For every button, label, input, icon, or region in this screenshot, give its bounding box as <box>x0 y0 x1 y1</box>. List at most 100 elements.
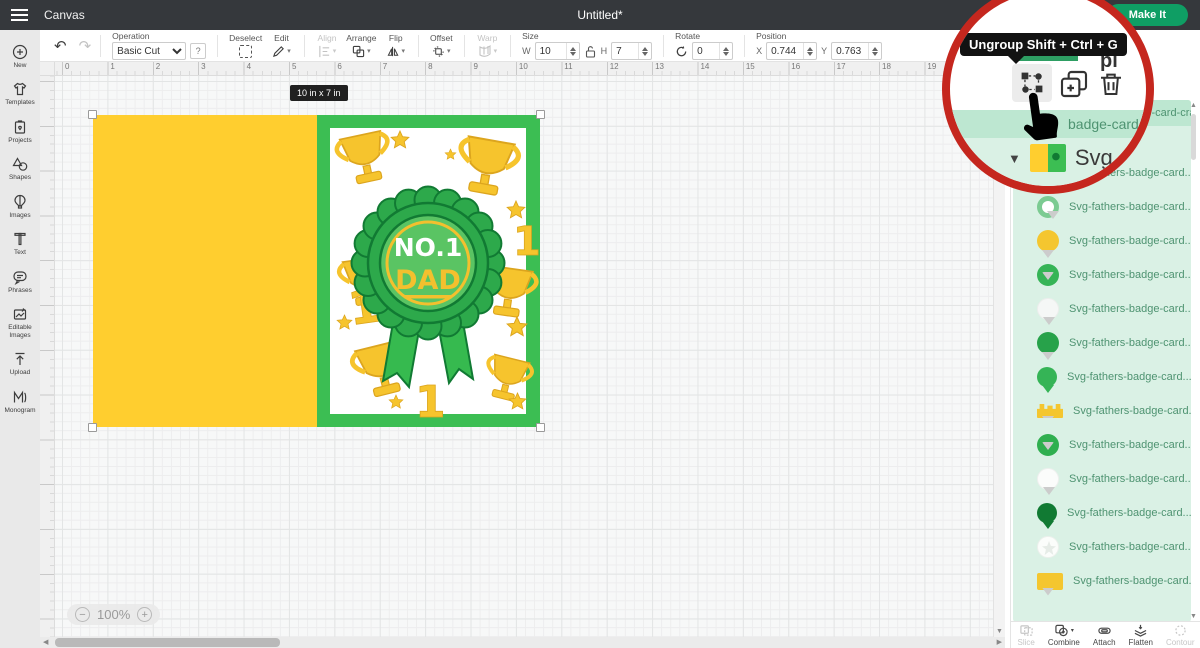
scroll-left-arrow[interactable]: ◀ <box>43 638 48 646</box>
text-icon <box>12 231 28 247</box>
layer-row[interactable]: Svg-fathers-badge-card... <box>1013 394 1191 428</box>
layer-thumbnail <box>1037 196 1059 218</box>
layer-row[interactable]: Svg-fathers-badge-card... <box>1013 190 1191 224</box>
sidebar-item-projects[interactable]: Projects <box>0 113 40 150</box>
rotate-input[interactable] <box>693 46 719 57</box>
slice-button[interactable]: Slice <box>1018 624 1035 647</box>
flatten-button[interactable]: Flatten <box>1129 624 1153 647</box>
offset-group: Offset ▾ <box>426 33 457 59</box>
sidebar-item-new[interactable]: New <box>0 38 40 75</box>
operation-help-button[interactable]: ? <box>190 43 206 59</box>
layers-scrollbar[interactable]: ▲ ▼ <box>1189 100 1198 622</box>
height-input[interactable] <box>612 46 638 57</box>
ruler-number: 7 <box>380 62 425 75</box>
sidebar-item-editable-images[interactable]: Editable Images <box>0 300 40 345</box>
layer-label: Svg-fathers-badge-card... <box>1069 541 1191 553</box>
layer-thumbnail <box>1037 298 1059 320</box>
width-stepper[interactable] <box>535 42 580 60</box>
card-artwork[interactable]: 1 1 1 NO.1 <box>93 115 540 427</box>
pencil-icon <box>272 45 285 58</box>
warp-group: Warp ▾ <box>472 33 504 58</box>
rotate-stepper[interactable] <box>692 42 733 60</box>
scrollbar-thumb[interactable] <box>1191 114 1196 160</box>
width-input[interactable] <box>536 46 566 57</box>
selection-handle[interactable] <box>88 423 97 432</box>
layer-thumbnail <box>1037 404 1063 418</box>
layer-row[interactable]: Svg-fathers-badge-card... <box>1013 258 1191 292</box>
combine-button[interactable]: ▾ Combine <box>1048 624 1080 647</box>
selection-handle[interactable] <box>536 423 545 432</box>
layer-row[interactable]: Svg-fathers-badge-card... <box>1013 496 1191 530</box>
sidebar-item-shapes[interactable]: Shapes <box>0 150 40 187</box>
height-stepper[interactable] <box>611 42 652 60</box>
edit-group: Edit ▾ <box>266 33 297 59</box>
layer-thumbnail <box>1037 332 1059 354</box>
layer-row[interactable]: Svg-fathers-badge-card... <box>1013 530 1191 564</box>
position-x-input[interactable] <box>767 46 803 57</box>
contour-button[interactable]: Contour <box>1166 624 1194 647</box>
hand-cursor-icon <box>1010 85 1070 150</box>
hamburger-menu-icon[interactable] <box>0 0 38 30</box>
sidebar-item-phrases[interactable]: Phrases <box>0 263 40 300</box>
scrollbar-thumb[interactable] <box>55 638 280 647</box>
chevron-down-icon: ▼ <box>1008 151 1021 166</box>
canvas-horizontal-scrollbar[interactable]: ◀ ▶ <box>40 637 1005 648</box>
layer-thumbnail <box>1037 468 1059 490</box>
layer-label: Svg-fathers-badge-card... <box>1073 575 1191 587</box>
layer-row[interactable]: Svg-fathers-badge-card... <box>1013 292 1191 326</box>
undo-button[interactable]: ↶ <box>52 36 69 56</box>
ruler-number: 10 <box>40 544 55 559</box>
layer-label: Svg-fathers-badge-card... <box>1069 235 1191 247</box>
position-x-stepper[interactable] <box>766 42 817 60</box>
selection-handle[interactable] <box>88 110 97 119</box>
sidebar-item-templates[interactable]: Templates <box>0 75 40 112</box>
redo-button[interactable]: ↷ <box>77 36 94 56</box>
deselect-icon <box>239 45 252 58</box>
layer-row[interactable]: Svg-fathers-badge-card... <box>1013 564 1191 598</box>
position-y-input[interactable] <box>832 46 868 57</box>
offset-button[interactable]: ▾ <box>430 44 453 59</box>
deselect-button[interactable] <box>237 44 254 59</box>
operation-select[interactable]: Basic Cut <box>112 42 186 60</box>
align-button[interactable]: ▾ <box>316 44 339 59</box>
layer-row[interactable]: Svg-fathers-badge-card... <box>1013 428 1191 462</box>
lock-icon[interactable] <box>585 45 596 58</box>
magnified-group-label: Svg... <box>1075 145 1131 171</box>
tshirt-icon <box>12 81 28 97</box>
layer-label: Svg-fathers-badge-card... <box>1069 303 1191 315</box>
ruler-number: 10 <box>516 62 561 75</box>
sidebar-item-monogram[interactable]: Monogram <box>0 383 40 420</box>
warp-button[interactable]: ▾ <box>476 44 500 58</box>
selection-handle[interactable] <box>536 110 545 119</box>
layer-label: Svg-fathers-badge-card... <box>1069 439 1191 451</box>
attach-button[interactable]: Attach <box>1093 624 1116 647</box>
ruler-number: 0 <box>40 96 55 111</box>
layer-row[interactable]: Svg-fathers-badge-card... <box>1013 224 1191 258</box>
scroll-up-arrow[interactable]: ▲ <box>1190 102 1197 109</box>
rotate-icon[interactable] <box>675 45 688 58</box>
zoom-out-button[interactable]: − <box>75 607 90 622</box>
magnified-delete-button[interactable] <box>1096 68 1126 100</box>
zoom-in-button[interactable]: + <box>137 607 152 622</box>
flip-button[interactable]: ▾ <box>385 44 408 59</box>
scroll-down-arrow[interactable]: ▼ <box>1190 613 1197 620</box>
design-canvas[interactable]: 10 in x 7 in <box>55 76 993 637</box>
sidebar-item-upload[interactable]: Upload <box>0 345 40 382</box>
sidebar-item-images[interactable]: Images <box>0 188 40 225</box>
svg-text:1: 1 <box>415 377 446 427</box>
layer-row[interactable]: Svg-fathers-badge-card... <box>1013 360 1191 394</box>
layer-label: Svg-fathers-badge-card... <box>1069 201 1191 213</box>
vertical-ruler: 0123456789101112 <box>40 76 55 637</box>
ruler-number: 17 <box>834 62 879 75</box>
layer-row[interactable]: Svg-fathers-badge-card... <box>1013 462 1191 496</box>
position-y-stepper[interactable] <box>831 42 882 60</box>
scroll-down-arrow[interactable]: ▼ <box>996 628 1003 635</box>
sidebar-item-text[interactable]: Text <box>0 225 40 262</box>
scroll-right-arrow[interactable]: ▶ <box>997 638 1002 646</box>
arrange-icon <box>352 45 365 58</box>
edit-button[interactable]: ▾ <box>270 44 293 59</box>
layer-row[interactable]: Svg-fathers-badge-card... <box>1013 326 1191 360</box>
layer-thumbnail <box>1037 264 1059 286</box>
arrange-button[interactable]: ▾ <box>350 44 373 59</box>
ruler-number: 0 <box>62 62 107 75</box>
